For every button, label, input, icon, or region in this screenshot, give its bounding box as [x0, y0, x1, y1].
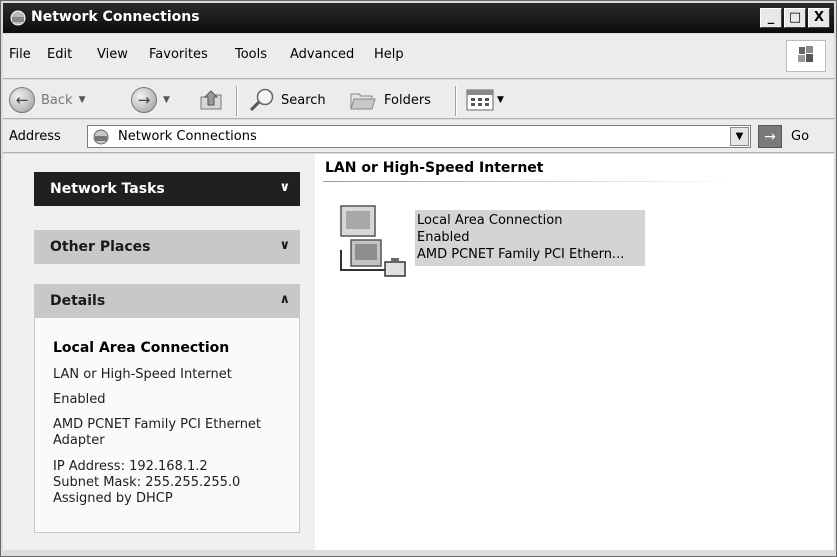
back-icon: ←	[9, 87, 35, 113]
file-view: LAN or High-Speed Internet Local Area Co…	[315, 154, 834, 550]
views-icon	[466, 89, 494, 111]
minimize-button[interactable]: _	[760, 8, 782, 28]
details-ip: IP Address: 192.168.1.2	[53, 459, 208, 474]
folders-label: Folders	[384, 92, 431, 108]
details-adapter: AMD PCNET Family PCI Ethernet	[53, 417, 262, 432]
windows-logo-icon	[786, 40, 826, 72]
collapse-chevron-icon[interactable]: ∧	[279, 292, 290, 307]
address-dropdown-button[interactable]: ▼	[730, 127, 749, 146]
go-arrow-icon[interactable]: →	[758, 125, 782, 148]
details-label: Details	[50, 293, 106, 309]
up-button[interactable]	[197, 87, 225, 113]
menu-edit[interactable]: Edit	[47, 47, 72, 62]
search-label: Search	[281, 92, 326, 108]
toolbar: ← Back ▼ → ▼ Search Folders ▼	[3, 80, 834, 119]
details-panel: Local Area Connection LAN or High-Speed …	[34, 318, 300, 533]
search-button[interactable]: Search	[247, 87, 326, 113]
address-label: Address	[9, 129, 61, 144]
address-bar: Address Network Connections ▼ → Go	[3, 120, 834, 153]
expand-chevron-icon[interactable]: ∨	[279, 238, 290, 253]
address-input[interactable]: Network Connections ▼	[87, 125, 751, 148]
folders-button[interactable]: Folders	[348, 87, 431, 113]
back-button[interactable]: ← Back ▼	[9, 87, 85, 113]
connection-device: AMD PCNET Family PCI Ethern...	[417, 247, 625, 262]
group-heading: LAN or High-Speed Internet	[325, 160, 544, 176]
menu-advanced[interactable]: Advanced	[290, 47, 354, 62]
details-status: Enabled	[53, 392, 106, 407]
task-pane: Network Tasks ∨︎ Other Places ∨ Details …	[3, 154, 315, 550]
maximize-button[interactable]: □	[784, 8, 806, 28]
details-header[interactable]: Details ∧	[34, 284, 300, 318]
network-connections-icon	[10, 10, 26, 26]
details-title: Local Area Connection	[53, 340, 230, 356]
title-bar[interactable]: Network Connections _ □ X	[3, 3, 834, 33]
content-area: Network Tasks ∨︎ Other Places ∨ Details …	[3, 154, 834, 550]
expand-chevron-icon[interactable]: ∨︎	[279, 180, 290, 195]
other-places-label: Other Places	[50, 239, 151, 255]
details-assigned: Assigned by DHCP	[53, 491, 173, 506]
window: Network Connections _ □ X File Edit View…	[0, 0, 837, 557]
forward-icon: →	[131, 87, 157, 113]
network-connections-icon	[93, 129, 109, 145]
close-button[interactable]: X	[808, 8, 830, 28]
forward-button[interactable]: → ▼	[131, 87, 170, 113]
details-adapter-cont: Adapter	[53, 433, 105, 448]
address-value: Network Connections	[118, 129, 257, 144]
forward-dropdown-icon: ▼	[163, 95, 170, 105]
details-subnet: Subnet Mask: 255.255.255.0	[53, 475, 241, 490]
menu-help[interactable]: Help	[374, 47, 404, 62]
other-places-header[interactable]: Other Places ∨	[34, 230, 300, 264]
menu-view[interactable]: View	[97, 47, 128, 62]
menu-bar: File Edit View Favorites Tools Advanced …	[3, 34, 834, 79]
up-folder-icon	[200, 90, 222, 110]
network-tasks-label: Network Tasks	[50, 181, 165, 197]
go-button[interactable]: Go	[791, 129, 809, 144]
back-label: Back	[41, 92, 73, 108]
group-divider	[323, 181, 737, 182]
search-icon	[249, 88, 274, 112]
views-dropdown-icon: ▼	[497, 95, 504, 105]
menu-file[interactable]: File	[9, 47, 31, 62]
menu-favorites[interactable]: Favorites	[149, 47, 208, 62]
connection-status: Enabled	[417, 230, 470, 245]
lan-connection-icon[interactable]	[335, 200, 407, 280]
connection-name: Local Area Connection	[417, 213, 563, 228]
lan-connection-item[interactable]: Local Area Connection Enabled AMD PCNET …	[415, 210, 645, 266]
back-dropdown-icon: ▼	[78, 95, 86, 105]
window-title: Network Connections	[31, 9, 200, 25]
folders-icon	[350, 93, 376, 110]
network-tasks-header[interactable]: Network Tasks ∨︎	[34, 172, 300, 206]
details-type: LAN or High-Speed Internet	[53, 367, 232, 382]
views-button[interactable]: ▼	[465, 87, 504, 113]
menu-tools[interactable]: Tools	[235, 47, 267, 62]
